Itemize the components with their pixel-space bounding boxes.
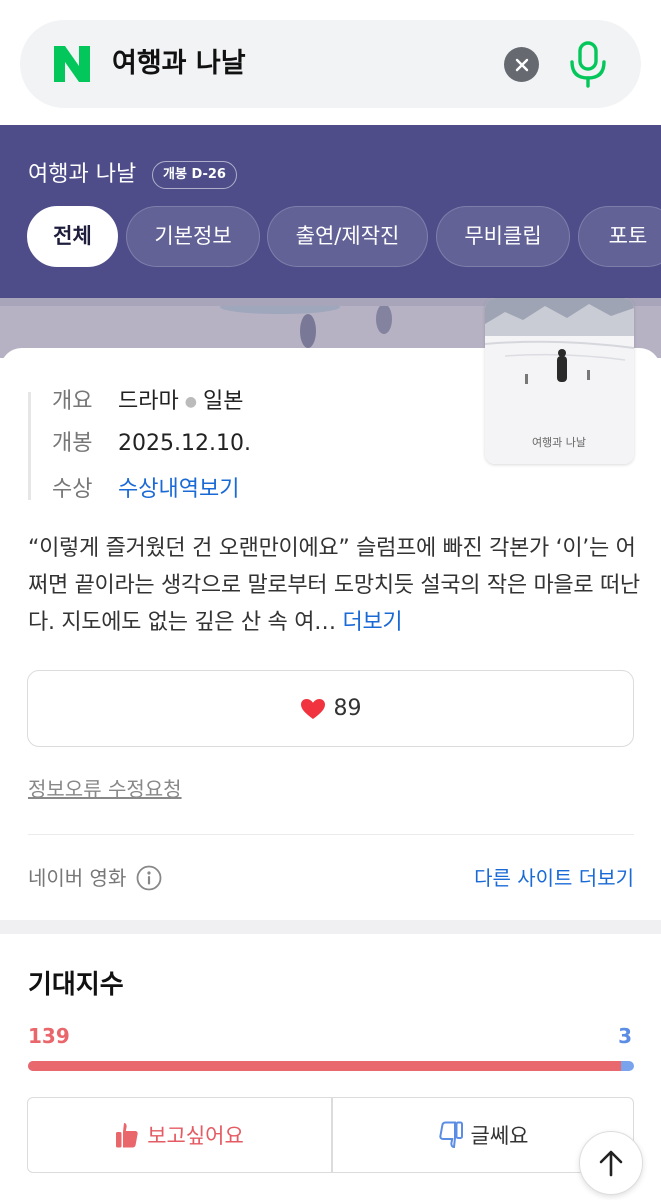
release-date-value: 2025.12.10.: [118, 431, 251, 456]
section-divider: [0, 920, 661, 934]
other-sites-link[interactable]: 다른 사이트 더보기: [474, 862, 634, 894]
arrow-up-icon: [599, 1150, 623, 1177]
tab-bar: 전체 기본정보 출연/제작진 무비클립 포토: [27, 206, 661, 268]
scroll-to-top-button[interactable]: [579, 1131, 643, 1195]
synopsis-text: “이렇게 즐거웠던 건 오랜만이에요” 슬럼프에 빠진 각본가 ‘이’는 어쩌면…: [28, 536, 640, 635]
separator-dot: ●: [184, 394, 197, 410]
expectation-gauge: [28, 1061, 634, 1071]
country-value: 일본: [202, 389, 244, 414]
thumbs-up-icon: [116, 1123, 138, 1148]
want-to-see-button[interactable]: 보고싶어요: [28, 1098, 331, 1172]
info-row-awards: 수상 수상내역보기: [52, 474, 239, 506]
want-count: 139: [28, 1024, 70, 1048]
vote-buttons: 보고싶어요 글쎄요: [27, 1097, 634, 1173]
tab-movie-clips[interactable]: 무비클립: [436, 206, 570, 267]
want-to-see-label: 보고싶어요: [147, 1124, 244, 1148]
like-count: 89: [333, 696, 362, 721]
naver-logo-icon[interactable]: [54, 46, 90, 82]
expectation-gauge-fill: [28, 1061, 622, 1071]
source-label: 네이버 영화: [28, 862, 162, 894]
thumbs-down-icon: [438, 1121, 463, 1149]
search-header: 여행과 나날: [0, 0, 661, 125]
clear-search-button[interactable]: [504, 47, 539, 82]
info-key-awards: 수상: [52, 477, 93, 502]
poster-image: 여행과 나날: [485, 298, 634, 464]
genre-value: 드라마: [118, 389, 179, 414]
tab-cast-crew[interactable]: 출연/제작진: [267, 206, 428, 267]
info-row-genre: 개요 드라마 ● 일본: [52, 386, 243, 418]
awards-link[interactable]: 수상내역보기: [118, 477, 239, 502]
tab-basic-info[interactable]: 기본정보: [126, 206, 260, 267]
divider: [28, 834, 634, 835]
info-icon[interactable]: [136, 865, 162, 891]
like-button[interactable]: 89: [27, 670, 634, 747]
expectation-title: 기대지수: [28, 970, 124, 1000]
movie-poster[interactable]: 여행과 나날: [485, 298, 634, 464]
synopsis-more-link[interactable]: 더보기: [343, 610, 403, 635]
info-left-bar: [28, 392, 31, 500]
movie-title: 여행과 나날: [28, 162, 137, 187]
search-input[interactable]: 여행과 나날: [112, 44, 246, 84]
poster-caption: 여행과 나날: [532, 436, 586, 449]
search-box[interactable]: 여행과 나날: [20, 20, 641, 108]
tab-all[interactable]: 전체: [27, 206, 118, 267]
tab-photos[interactable]: 포토: [578, 206, 661, 267]
heart-icon: [300, 698, 325, 719]
info-row-release: 개봉 2025.12.10.: [52, 428, 251, 460]
close-icon: [515, 58, 528, 71]
info-key-release: 개봉: [52, 431, 93, 456]
meh-count: 3: [618, 1024, 632, 1048]
microphone-icon[interactable]: [566, 40, 610, 88]
synopsis: “이렇게 즐거웠던 건 오랜만이에요” 슬럼프에 빠진 각본가 ‘이’는 어쩌면…: [28, 530, 640, 641]
release-dday-badge: 개봉 D-26: [152, 161, 237, 189]
not-sure-label: 글쎄요: [470, 1124, 529, 1148]
source-name: 네이버 영화: [28, 866, 127, 890]
report-error-link[interactable]: 정보오류 수정요청: [28, 774, 182, 804]
info-key-genre: 개요: [52, 389, 93, 414]
